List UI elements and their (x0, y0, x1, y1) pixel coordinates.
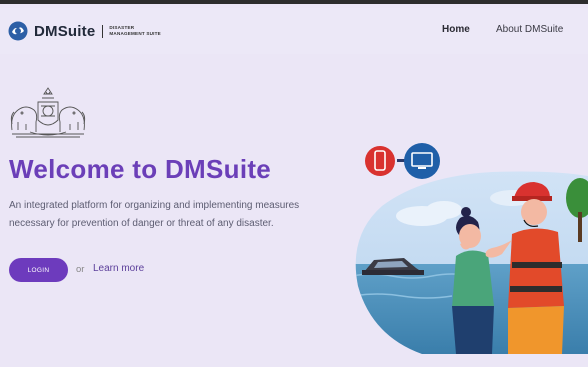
brand-subtitle-line2: MANAGEMENT SUITE (109, 31, 161, 36)
brand-subtitle-line1: DISASTER (109, 25, 135, 31)
brand-name: DMSuite (34, 22, 96, 40)
hero-description-line2: necessary for prevention of danger or th… (9, 218, 274, 229)
brand-logo[interactable]: DMSuite DISASTER MANAGEMENT SUITE (8, 20, 171, 42)
hero-title: Welcome to DMSuite (9, 154, 272, 184)
globe-shield-icon (8, 21, 28, 41)
top-nav: DMSuite DISASTER MANAGEMENT SUITE Home A… (0, 8, 588, 54)
hero-illustration (355, 143, 588, 354)
brand-subtitle: DISASTER MANAGEMENT SUITE (109, 25, 171, 36)
landing-page: DMSuite DISASTER MANAGEMENT SUITE Home A… (0, 0, 588, 367)
hero-description-line1: An integrated platform for organizing an… (9, 200, 300, 211)
nav-about-link[interactable]: About DMSuite (496, 24, 563, 35)
nav-home-link[interactable]: Home (442, 24, 470, 35)
learn-more-link[interactable]: Learn more (93, 263, 144, 274)
or-text: or (76, 264, 85, 275)
hero-description: An integrated platform for organizing an… (9, 197, 314, 233)
login-button[interactable]: LOGIN (9, 258, 68, 282)
state-emblem-icon (10, 87, 86, 138)
brand-divider (102, 24, 104, 38)
